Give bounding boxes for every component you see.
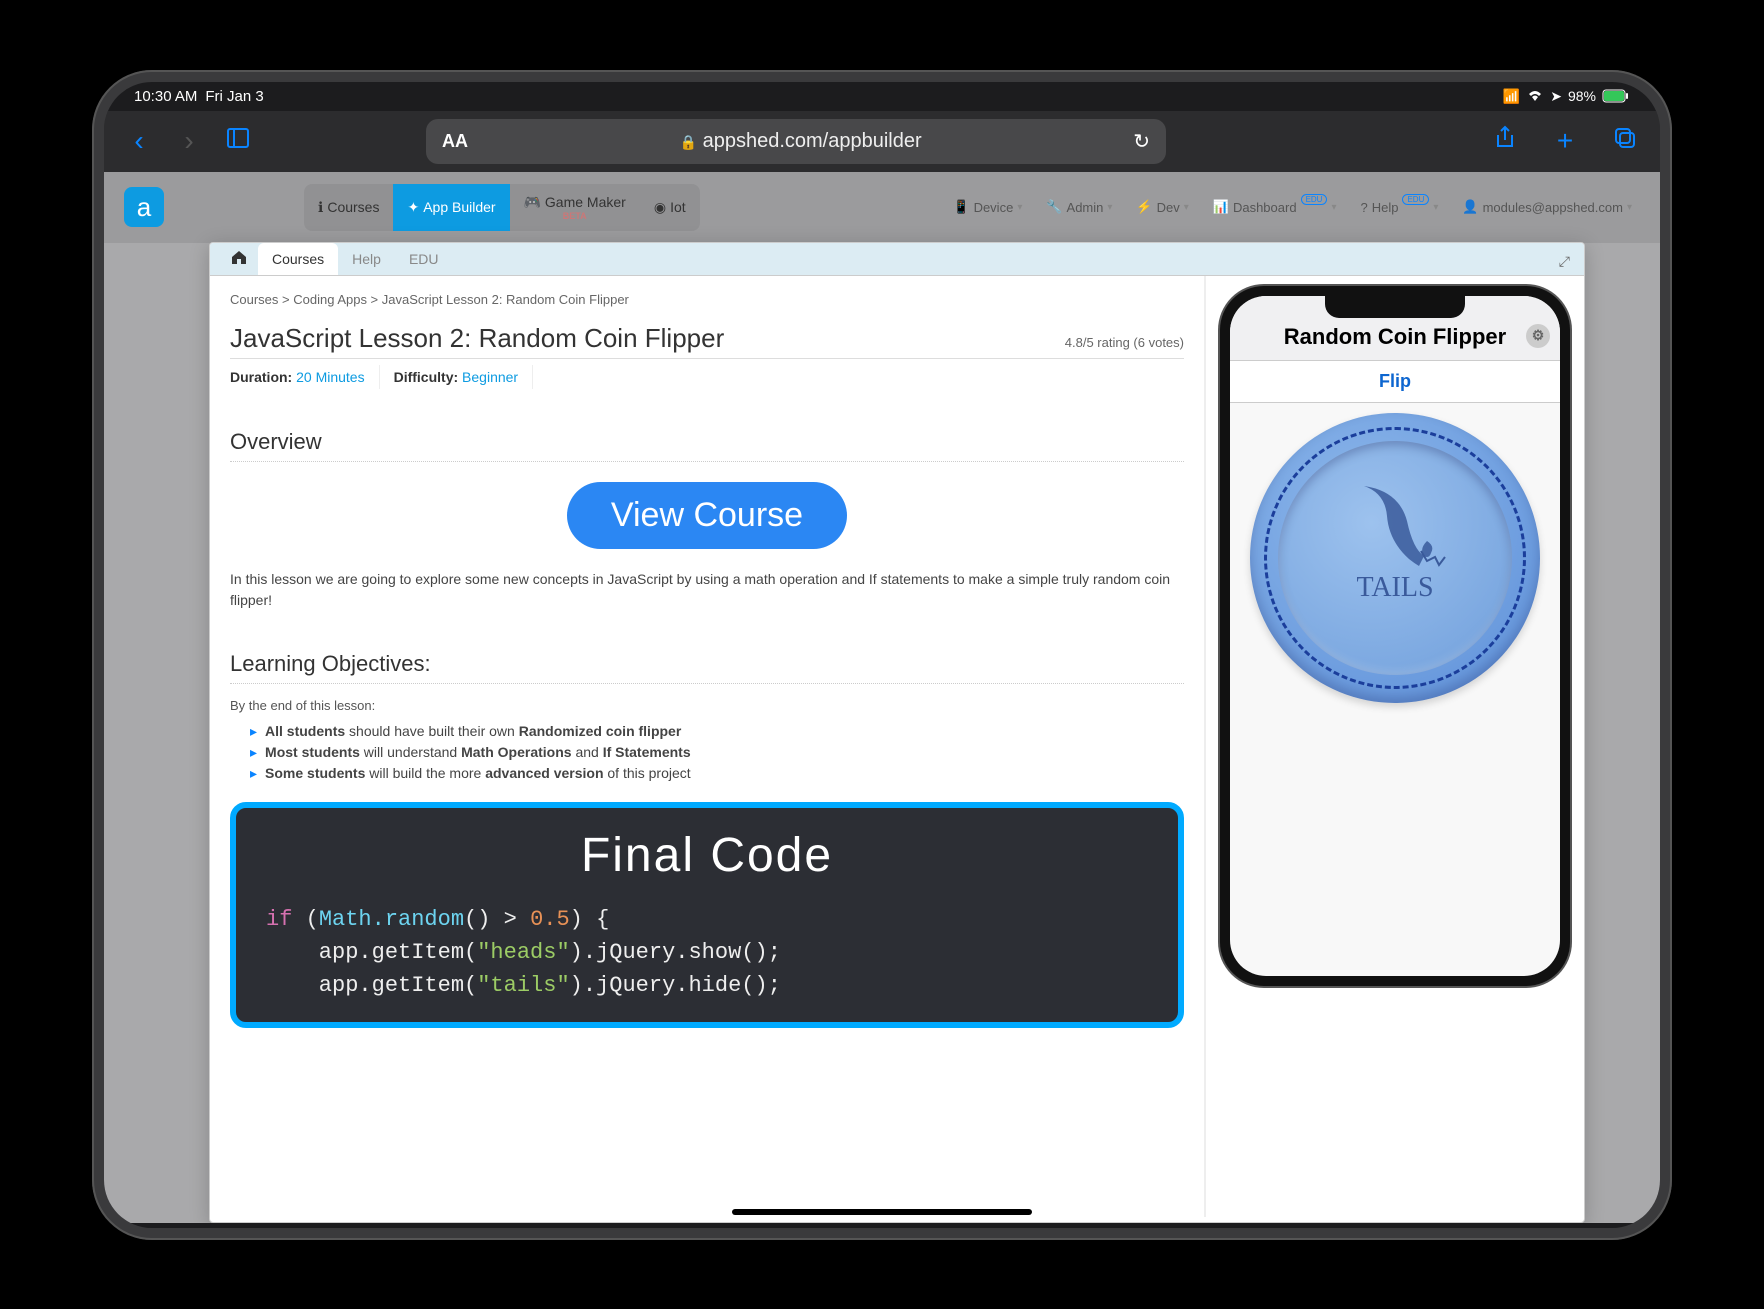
- menu-appbuilder[interactable]: ✦App Builder: [393, 184, 509, 231]
- menu-dashboard[interactable]: 📊DashboardEDU▾: [1205, 195, 1345, 219]
- wifi-icon: [1526, 88, 1544, 105]
- text-size-icon[interactable]: AA: [442, 131, 468, 152]
- menu-help[interactable]: ?HelpEDU▾: [1352, 196, 1446, 219]
- difficulty: Difficulty: Beginner: [394, 365, 534, 389]
- status-time: 10:30 AM: [134, 88, 197, 105]
- objectives-intro: By the end of this lesson:: [230, 698, 1184, 713]
- status-bar: 10:30 AM Fri Jan 3 📶 ➤ 98%: [104, 82, 1660, 111]
- menu-gamemaker[interactable]: 🎮 Game Maker BETA: [510, 184, 640, 231]
- page-content: a ℹCourses ✦App Builder 🎮 Game Maker BET…: [104, 172, 1660, 1223]
- share-icon[interactable]: [1490, 125, 1520, 158]
- coin-image: TAILS: [1250, 413, 1540, 703]
- main-menu: ℹCourses ✦App Builder 🎮 Game Maker BETA …: [304, 184, 700, 231]
- rating-text: 4.8/5 rating (6 votes): [1065, 335, 1184, 350]
- view-course-button[interactable]: View Course: [567, 482, 847, 549]
- objectives-list: All students should have built their own…: [230, 723, 1184, 782]
- final-code-block: Final Code if (Math.random() > 0.5) { ap…: [230, 802, 1184, 1028]
- overview-heading: Overview: [230, 429, 1184, 462]
- course-panel: Courses Help EDU ⤢ Courses > Coding Apps…: [209, 242, 1585, 1223]
- expand-icon[interactable]: ⤢: [1559, 253, 1570, 270]
- menu-admin[interactable]: 🔧Admin▾: [1038, 195, 1120, 219]
- gear-icon[interactable]: ⚙: [1526, 324, 1550, 348]
- url-text: 🔒 appshed.com/appbuilder: [478, 130, 1123, 153]
- menu-dev[interactable]: ⚡Dev▾: [1128, 195, 1196, 219]
- phone-preview-column: Random Coin Flipper ⚙ Flip: [1204, 276, 1584, 1217]
- objective-3: Some students will build the more advanc…: [250, 765, 1184, 782]
- course-content: Courses > Coding Apps > JavaScript Lesso…: [210, 276, 1204, 1217]
- menu-user[interactable]: 👤modules@appshed.com▾: [1454, 195, 1640, 219]
- battery-icon: [1602, 89, 1630, 103]
- ipad-screen: 10:30 AM Fri Jan 3 📶 ➤ 98% ‹ ›: [104, 82, 1660, 1228]
- phone-notch: [1325, 296, 1465, 318]
- course-description: In this lesson we are going to explore s…: [230, 569, 1184, 611]
- forward-button[interactable]: ›: [174, 125, 204, 157]
- tab-edu[interactable]: EDU: [395, 243, 453, 275]
- lock-icon: 🔒: [680, 134, 697, 150]
- tail-icon: [1329, 471, 1449, 581]
- menu-device[interactable]: 📱Device▾: [945, 195, 1030, 219]
- back-button[interactable]: ‹: [124, 125, 154, 157]
- appshed-header: a ℹCourses ✦App Builder 🎮 Game Maker BET…: [104, 172, 1660, 243]
- safari-toolbar: ‹ › AA 🔒 appshed.com/appbuilder ↻ +: [104, 111, 1660, 172]
- objective-1: All students should have built their own…: [250, 723, 1184, 740]
- tabs-icon[interactable]: [1610, 125, 1640, 158]
- code-line-1: if (Math.random() > 0.5) {: [266, 903, 1148, 936]
- tab-courses[interactable]: Courses: [258, 243, 338, 275]
- menu-courses[interactable]: ℹCourses: [304, 184, 393, 231]
- home-indicator[interactable]: [732, 1209, 1032, 1215]
- phone-mock: Random Coin Flipper ⚙ Flip: [1220, 286, 1570, 986]
- reload-icon[interactable]: ↻: [1133, 129, 1150, 154]
- menu-iot[interactable]: ◉Iot: [640, 184, 700, 231]
- objectives-heading: Learning Objectives:: [230, 651, 1184, 684]
- battery-pct: 98%: [1568, 88, 1596, 104]
- final-code-title: Final Code: [266, 828, 1148, 883]
- flip-button[interactable]: Flip: [1230, 361, 1560, 403]
- duration: Duration: 20 Minutes: [230, 365, 380, 389]
- appshed-logo[interactable]: a: [124, 187, 164, 227]
- status-date: Fri Jan 3: [205, 88, 263, 105]
- code-line-2: app.getItem("heads").jQuery.show();: [266, 936, 1148, 969]
- panel-tabs: Courses Help EDU ⤢: [210, 243, 1584, 276]
- address-bar[interactable]: AA 🔒 appshed.com/appbuilder ↻: [426, 119, 1166, 164]
- signal-icon: 📶: [1503, 88, 1520, 105]
- tab-help[interactable]: Help: [338, 243, 395, 275]
- page-title: JavaScript Lesson 2: Random Coin Flipper: [230, 323, 724, 354]
- objective-2: Most students will understand Math Opera…: [250, 744, 1184, 761]
- location-icon: ➤: [1550, 88, 1562, 105]
- ipad-frame: 10:30 AM Fri Jan 3 📶 ➤ 98% ‹ ›: [92, 70, 1672, 1240]
- breadcrumb[interactable]: Courses > Coding Apps > JavaScript Lesso…: [230, 292, 1184, 307]
- phone-screen: Random Coin Flipper ⚙ Flip: [1230, 296, 1560, 976]
- new-tab-icon[interactable]: +: [1550, 125, 1580, 158]
- bookmarks-icon[interactable]: [224, 125, 254, 158]
- code-line-3: app.getItem("tails").jQuery.hide();: [266, 969, 1148, 1002]
- tab-home[interactable]: [220, 243, 258, 274]
- right-menu: 📱Device▾ 🔧Admin▾ ⚡Dev▾ 📊DashboardEDU▾ ?H…: [945, 195, 1640, 219]
